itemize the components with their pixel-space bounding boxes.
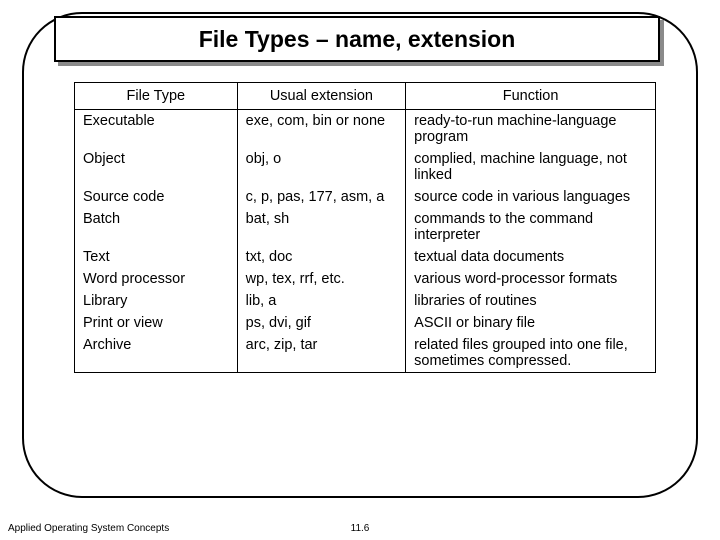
cell-function: ASCII or binary file: [406, 312, 656, 334]
cell-filetype: Batch: [75, 208, 238, 246]
table-row: Library lib, a libraries of routines: [75, 290, 656, 312]
cell-filetype: Source code: [75, 186, 238, 208]
table-row: Batch bat, sh commands to the command in…: [75, 208, 656, 246]
cell-filetype: Word processor: [75, 268, 238, 290]
cell-function: textual data documents: [406, 246, 656, 268]
file-types-table: File Type Usual extension Function Execu…: [74, 82, 656, 373]
col-header-extension: Usual extension: [237, 83, 405, 110]
cell-extension: txt, doc: [237, 246, 405, 268]
table-header-row: File Type Usual extension Function: [75, 83, 656, 110]
cell-extension: arc, zip, tar: [237, 334, 405, 373]
cell-filetype: Text: [75, 246, 238, 268]
cell-filetype: Print or view: [75, 312, 238, 334]
table-row: Object obj, o complied, machine language…: [75, 148, 656, 186]
table-row: Print or view ps, dvi, gif ASCII or bina…: [75, 312, 656, 334]
table-row: Text txt, doc textual data documents: [75, 246, 656, 268]
table-row: Source code c, p, pas, 177, asm, a sourc…: [75, 186, 656, 208]
col-header-filetype: File Type: [75, 83, 238, 110]
cell-extension: bat, sh: [237, 208, 405, 246]
cell-extension: lib, a: [237, 290, 405, 312]
cell-function: source code in various languages: [406, 186, 656, 208]
cell-function: commands to the command interpreter: [406, 208, 656, 246]
cell-extension: obj, o: [237, 148, 405, 186]
cell-function: complied, machine language, not linked: [406, 148, 656, 186]
cell-extension: exe, com, bin or none: [237, 110, 405, 149]
cell-filetype: Object: [75, 148, 238, 186]
footer-center: 11.6: [351, 523, 370, 534]
cell-filetype: Archive: [75, 334, 238, 373]
table-row: Archive arc, zip, tar related files grou…: [75, 334, 656, 373]
cell-extension: wp, tex, rrf, etc.: [237, 268, 405, 290]
cell-function: ready-to-run machine-language program: [406, 110, 656, 149]
footer-left: Applied Operating System Concepts: [8, 523, 169, 534]
cell-function: various word-processor formats: [406, 268, 656, 290]
file-types-table-wrap: File Type Usual extension Function Execu…: [74, 82, 656, 373]
cell-function: libraries of routines: [406, 290, 656, 312]
page-title: File Types – name, extension: [199, 26, 516, 53]
cell-filetype: Library: [75, 290, 238, 312]
cell-extension: c, p, pas, 177, asm, a: [237, 186, 405, 208]
cell-extension: ps, dvi, gif: [237, 312, 405, 334]
cell-function: related files grouped into one file, som…: [406, 334, 656, 373]
table-row: Executable exe, com, bin or none ready-t…: [75, 110, 656, 149]
col-header-function: Function: [406, 83, 656, 110]
table-row: Word processor wp, tex, rrf, etc. variou…: [75, 268, 656, 290]
title-box: File Types – name, extension: [54, 16, 660, 62]
cell-filetype: Executable: [75, 110, 238, 149]
